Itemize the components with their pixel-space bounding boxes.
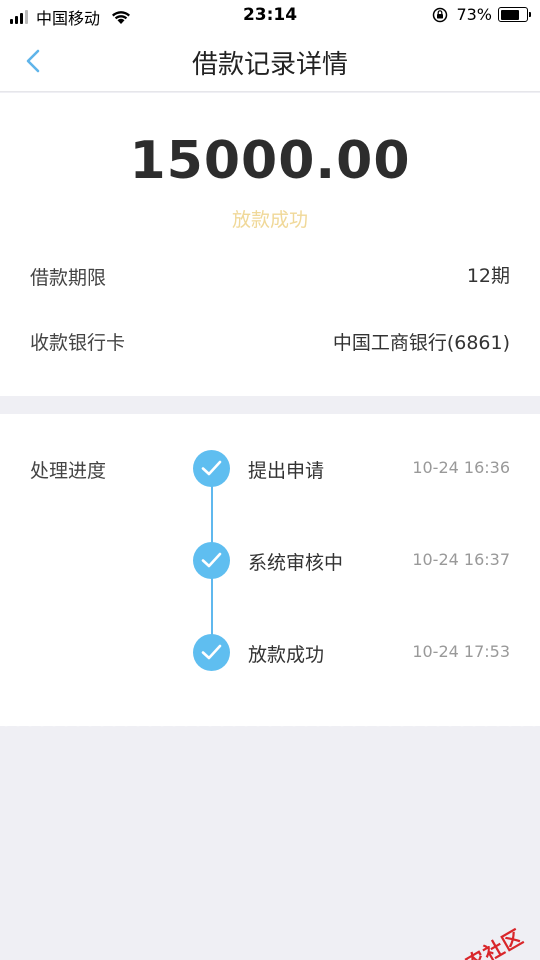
step-name: 系统审核中 — [248, 552, 344, 574]
step-name: 提出申请 — [248, 460, 325, 482]
rotation-lock-icon — [433, 7, 448, 22]
battery-fill — [500, 9, 519, 20]
battery-percent: 73% — [456, 5, 492, 24]
bank-card-value: 中国工商银行(6861) — [332, 332, 510, 354]
step-time: 10-24 16:36 — [412, 458, 510, 477]
bank-card-label: 收款银行卡 — [30, 332, 126, 354]
timeline-step: 系统审核中 10-24 16:37 — [0, 542, 540, 582]
page-title: 借款记录详情 — [191, 50, 348, 80]
check-icon — [193, 542, 230, 579]
check-icon — [193, 450, 230, 487]
loan-amount: 15000.00 — [129, 131, 411, 191]
watermark: 卡农社区 — [418, 921, 528, 960]
loan-status: 放款成功 — [231, 209, 308, 231]
timeline-step: 提出申请 10-24 16:36 — [0, 450, 540, 490]
status-right: 73% — [432, 5, 531, 24]
term-label: 借款期限 — [30, 267, 107, 289]
timeline-step: 放款成功 10-24 17:53 — [0, 634, 540, 674]
step-name: 放款成功 — [248, 644, 325, 666]
status-bar: 中国移动 23:14 73% — [0, 0, 540, 32]
progress-card: 处理进度 提出申请 10-24 16:36 系统审核中 10-24 16:37 … — [0, 414, 540, 726]
step-time: 10-24 16:37 — [412, 550, 510, 569]
battery-icon — [498, 7, 531, 22]
nav-bar: 借款记录详情 — [0, 32, 540, 92]
check-icon — [193, 634, 230, 671]
term-value: 12期 — [466, 265, 510, 287]
wavy-edge-divider — [0, 720, 540, 732]
step-time: 10-24 17:53 — [412, 642, 510, 661]
watermark-text: 卡农社区 — [442, 924, 528, 960]
loan-summary-card: 15000.00 放款成功 借款期限 12期 收款银行卡 中国工商银行(6861… — [0, 93, 540, 396]
